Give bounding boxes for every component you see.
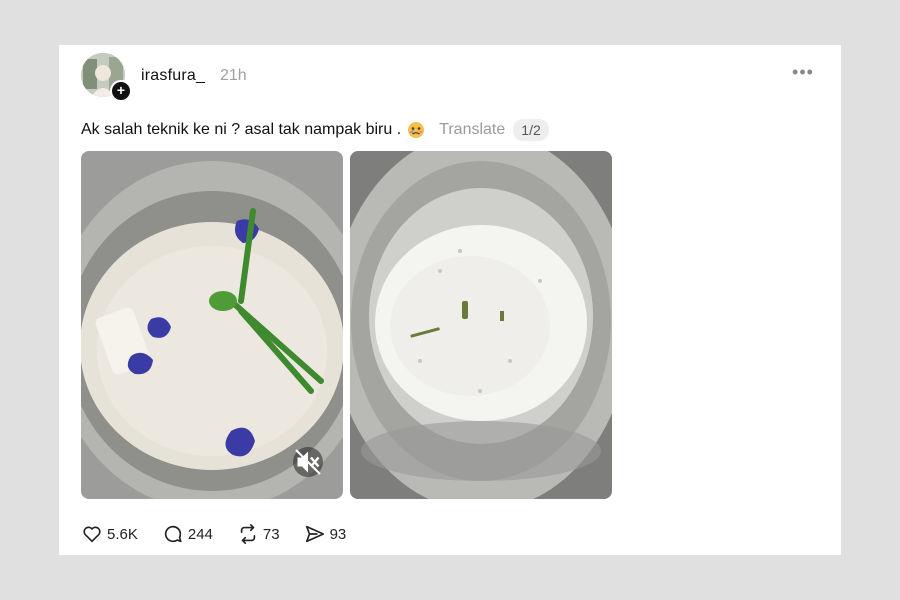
share-count: 93 (329, 525, 347, 543)
like-count: 5.6K (107, 525, 138, 543)
post-card: + irasfura_ 21h ••• Ak salah teknik ke n… (59, 45, 841, 555)
translate-link[interactable]: Translate (439, 121, 505, 139)
follow-button[interactable]: + (110, 80, 132, 102)
post-caption-row: Ak salah teknik ke ni ? asal tak nampak … (81, 119, 549, 141)
more-options-button[interactable]: ••• (789, 63, 817, 85)
speaker-muted-icon (295, 449, 321, 475)
like-button[interactable]: 5.6K (81, 523, 138, 545)
mute-toggle-button[interactable] (293, 447, 323, 477)
action-bar: 5.6K 244 73 93 (81, 523, 370, 545)
heart-icon (83, 526, 101, 543)
comment-button[interactable]: 244 (162, 523, 213, 545)
comment-count: 244 (187, 525, 213, 543)
post-video[interactable] (81, 151, 343, 499)
share-button[interactable]: 93 (304, 523, 347, 545)
page-indicator: 1/2 (513, 119, 549, 141)
post-caption: Ak salah teknik ke ni ? asal tak nampak … (81, 121, 402, 138)
repost-count: 73 (262, 525, 280, 543)
comment-bubble-icon (164, 525, 182, 543)
timestamp: 21h (220, 67, 247, 84)
send-icon (305, 525, 324, 543)
repost-icon (240, 524, 256, 544)
username[interactable]: irasfura_ (141, 67, 205, 85)
crying-face-emoji-icon (407, 121, 425, 139)
repost-button[interactable]: 73 (237, 523, 280, 545)
post-image[interactable] (350, 151, 612, 499)
